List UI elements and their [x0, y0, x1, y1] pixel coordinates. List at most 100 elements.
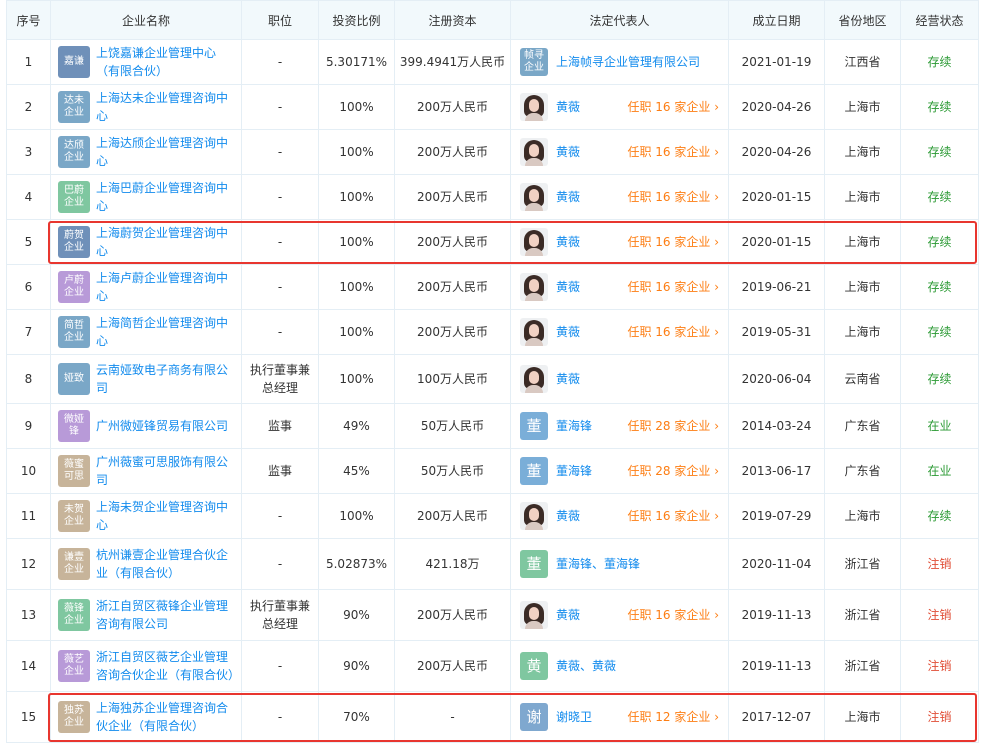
legal-rep-avatar[interactable]: 董 — [520, 412, 548, 440]
company-logo[interactable]: 巴蔚企业 — [58, 181, 90, 213]
tenure-link[interactable]: 任职 28 家企业 › — [627, 462, 719, 480]
legal-rep-link[interactable]: 黄薇、黄薇 — [556, 659, 616, 673]
legal-rep-link[interactable]: 黄薇 — [556, 100, 580, 114]
header-position: 职位 — [241, 0, 319, 40]
company-logo[interactable]: 嘉谦 — [58, 46, 90, 78]
legal-rep-photo[interactable] — [520, 502, 548, 530]
legal-rep-photo[interactable] — [520, 138, 548, 166]
ratio-cell: 70% — [318, 691, 395, 743]
region-cell: 上海市 — [824, 174, 901, 220]
row-number: 5 — [6, 219, 51, 265]
company-logo[interactable]: 未贺企业 — [58, 500, 90, 532]
tenure-link[interactable]: 任职 16 家企业 › — [627, 507, 719, 525]
tenure-link[interactable]: 任职 16 家企业 › — [627, 278, 719, 296]
legal-rep-cell: 黄薇 任职 16 家企业 › — [510, 129, 729, 175]
legal-rep-cell: 黄薇 — [510, 354, 729, 404]
tenure-text: 任职 28 家企业 — [627, 419, 711, 433]
table-row: 1 嘉谦 上饶嘉谦企业管理中心（有限合伙） -5.30171% 399.4941万人民币… — [6, 39, 979, 85]
company-name-link[interactable]: 上海简哲企业管理咨询中心 — [96, 314, 234, 350]
table-row: 11 未贺企业 上海未贺企业管理咨询中心 -100% 200万人民币 黄薇 任职 16 家企… — [6, 493, 979, 539]
company-cell: 简哲企业 上海简哲企业管理咨询中心 — [50, 309, 242, 355]
legal-rep-link[interactable]: 黄薇 — [556, 145, 580, 159]
legal-rep-photo[interactable] — [520, 601, 548, 629]
legal-rep-link[interactable]: 上海帧寻企业管理有限公司 — [556, 55, 700, 69]
legal-rep-photo[interactable] — [520, 93, 548, 121]
company-logo[interactable]: 达颀企业 — [58, 136, 90, 168]
region-cell: 上海市 — [824, 84, 901, 130]
tenure-text: 任职 16 家企业 — [627, 608, 711, 622]
legal-rep-avatar[interactable]: 董 — [520, 457, 548, 485]
company-name-link[interactable]: 上海达未企业管理咨询中心 — [96, 89, 234, 125]
legal-rep-avatar[interactable]: 黄 — [520, 652, 548, 680]
tenure-link[interactable]: 任职 12 家企业 › — [627, 708, 719, 726]
legal-rep-link[interactable]: 黄薇 — [556, 608, 580, 622]
tenure-link[interactable]: 任职 16 家企业 › — [627, 606, 719, 624]
company-logo[interactable]: 卢蔚企业 — [58, 271, 90, 303]
company-cell: 薇锋企业 浙江自贸区薇锋企业管理咨询有限公司 — [50, 589, 242, 641]
company-logo[interactable]: 达未企业 — [58, 91, 90, 123]
company-logo[interactable]: 微娅锋 — [58, 410, 90, 442]
region-cell: 广东省 — [824, 448, 901, 494]
company-cell: 达未企业 上海达未企业管理咨询中心 — [50, 84, 242, 130]
legal-rep-link[interactable]: 谢晓卫 — [556, 710, 592, 724]
chevron-right-icon: › — [714, 100, 719, 114]
company-name-link[interactable]: 上海卢蔚企业管理咨询中心 — [96, 269, 234, 305]
legal-rep-link[interactable]: 黄薇 — [556, 372, 580, 386]
legal-rep-photo[interactable] — [520, 318, 548, 346]
company-logo[interactable]: 谦壹企业 — [58, 548, 90, 580]
legal-rep-photo[interactable] — [520, 183, 548, 211]
legal-rep-avatar[interactable]: 谢 — [520, 703, 548, 731]
tenure-link[interactable]: 任职 16 家企业 › — [627, 188, 719, 206]
region-cell: 上海市 — [824, 493, 901, 539]
legal-rep-avatar[interactable]: 董 — [520, 550, 548, 578]
tenure-link[interactable]: 任职 28 家企业 › — [627, 417, 719, 435]
legal-rep-photo[interactable] — [520, 273, 548, 301]
company-name-link[interactable]: 上饶嘉谦企业管理中心（有限合伙） — [96, 44, 234, 80]
tenure-link[interactable]: 任职 16 家企业 › — [627, 143, 719, 161]
chevron-right-icon: › — [714, 419, 719, 433]
legal-rep-logo[interactable]: 帧寻企业 — [520, 48, 548, 76]
legal-rep-link[interactable]: 黄薇 — [556, 325, 580, 339]
region-cell: 浙江省 — [824, 589, 901, 641]
company-name-link[interactable]: 浙江自贸区薇锋企业管理咨询有限公司 — [96, 597, 234, 633]
company-name-link[interactable]: 浙江自贸区薇艺企业管理咨询合伙企业（有限合伙） — [96, 648, 240, 684]
capital-cell: 200万人民币 — [394, 589, 511, 641]
body-shape — [525, 338, 543, 346]
company-name-link[interactable]: 上海蔚贺企业管理咨询中心 — [96, 224, 234, 260]
legal-rep-link[interactable]: 黄薇 — [556, 280, 580, 294]
company-name-link[interactable]: 上海独苏企业管理咨询合伙企业（有限合伙） — [96, 699, 234, 735]
legal-rep-photo[interactable] — [520, 365, 548, 393]
tenure-link[interactable]: 任职 16 家企业 › — [627, 98, 719, 116]
company-name-link[interactable]: 上海未贺企业管理咨询中心 — [96, 498, 234, 534]
legal-rep-link[interactable]: 黄薇 — [556, 235, 580, 249]
tenure-link[interactable]: 任职 16 家企业 › — [627, 323, 719, 341]
company-logo[interactable]: 薇蜜可思 — [58, 455, 90, 487]
legal-rep-cell: 黄薇 任职 16 家企业 › — [510, 589, 729, 641]
legal-rep-link[interactable]: 董海锋 — [556, 464, 592, 478]
position-cell: 执行董事兼总经理 — [241, 589, 319, 641]
company-name-link[interactable]: 上海巴蔚企业管理咨询中心 — [96, 179, 234, 215]
company-name-link[interactable]: 云南娅致电子商务有限公司 — [96, 361, 234, 397]
capital-cell: 200万人民币 — [394, 309, 511, 355]
capital-cell: 200万人民币 — [394, 264, 511, 310]
company-name-link[interactable]: 广州微娅锋贸易有限公司 — [96, 417, 228, 435]
legal-rep-link[interactable]: 黄薇 — [556, 190, 580, 204]
tenure-text: 任职 16 家企业 — [627, 100, 711, 114]
company-name-link[interactable]: 杭州谦壹企业管理合伙企业（有限合伙） — [96, 546, 234, 582]
company-logo[interactable]: 薇艺企业 — [58, 650, 90, 682]
company-logo[interactable]: 简哲企业 — [58, 316, 90, 348]
company-cell: 未贺企业 上海未贺企业管理咨询中心 — [50, 493, 242, 539]
tenure-link[interactable]: 任职 16 家企业 › — [627, 233, 719, 251]
company-logo[interactable]: 娅致 — [58, 363, 90, 395]
company-logo[interactable]: 蔚贺企业 — [58, 226, 90, 258]
status-cell: 注销 — [900, 640, 979, 692]
company-name-link[interactable]: 广州薇蜜可思服饰有限公司 — [96, 453, 234, 489]
company-logo[interactable]: 薇锋企业 — [58, 599, 90, 631]
investment-table: 序号 企业名称 职位 投资比例 注册资本 法定代表人 成立日期 省份地区 经营状… — [6, 0, 979, 743]
legal-rep-link[interactable]: 黄薇 — [556, 509, 580, 523]
company-name-link[interactable]: 上海达颀企业管理咨询中心 — [96, 134, 234, 170]
company-logo[interactable]: 独苏企业 — [58, 701, 90, 733]
legal-rep-link[interactable]: 董海锋 — [556, 419, 592, 433]
legal-rep-photo[interactable] — [520, 228, 548, 256]
legal-rep-link[interactable]: 董海锋、董海锋 — [556, 557, 640, 571]
